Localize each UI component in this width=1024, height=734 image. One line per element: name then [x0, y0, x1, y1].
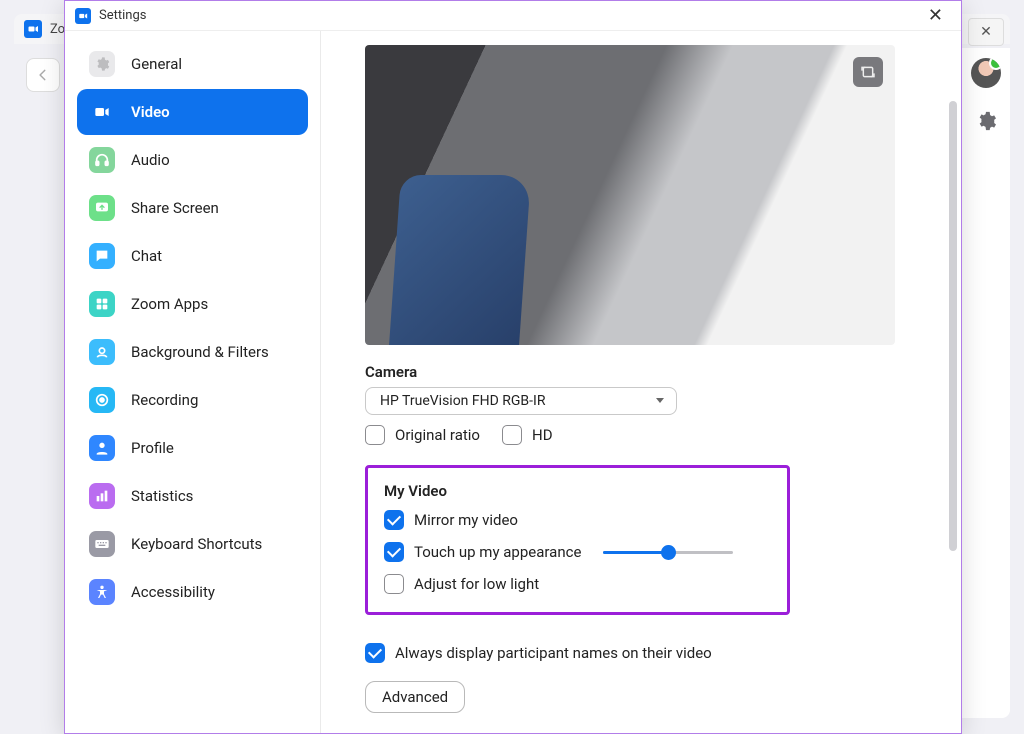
- settings-modal: Settings ✕ General Video Audio Share Scr…: [64, 0, 962, 734]
- hd-checkbox[interactable]: HD: [502, 425, 553, 445]
- nav-keyboard-shortcuts[interactable]: Keyboard Shortcuts: [77, 521, 308, 567]
- nav-statistics[interactable]: Statistics: [77, 473, 308, 519]
- accessibility-icon: [89, 579, 115, 605]
- nav-background-filters[interactable]: Background & Filters: [77, 329, 308, 375]
- back-button[interactable]: [26, 58, 60, 92]
- nav-label: Keyboard Shortcuts: [131, 535, 262, 553]
- gear-icon: [89, 51, 115, 77]
- camera-select[interactable]: HP TrueVision FHD RGB-IR: [365, 387, 677, 415]
- slider-thumb[interactable]: [661, 545, 676, 560]
- touchup-checkbox[interactable]: Touch up my appearance: [384, 542, 771, 562]
- modal-title: Settings: [99, 8, 146, 23]
- zoom-logo-icon: [24, 20, 42, 38]
- checkbox-icon: [384, 574, 404, 594]
- checkbox-label: Mirror my video: [414, 511, 518, 529]
- checkbox-icon: [502, 425, 522, 445]
- mirror-video-checkbox[interactable]: Mirror my video: [384, 510, 771, 530]
- checkbox-label: Touch up my appearance: [414, 543, 581, 561]
- statistics-icon: [89, 483, 115, 509]
- nav-label: Video: [131, 103, 170, 121]
- always-names-checkbox[interactable]: Always display participant names on thei…: [365, 643, 933, 663]
- nav-label: Audio: [131, 151, 170, 169]
- checkbox-label: Adjust for low light: [414, 575, 539, 593]
- nav-label: Statistics: [131, 487, 193, 505]
- original-ratio-checkbox[interactable]: Original ratio: [365, 425, 480, 445]
- checkbox-icon: [384, 510, 404, 530]
- checkbox-label: Always display participant names on thei…: [395, 644, 712, 662]
- lowlight-checkbox[interactable]: Adjust for low light: [384, 574, 771, 594]
- video-preview: [365, 45, 895, 345]
- keyboard-icon: [89, 531, 115, 557]
- right-panel: [962, 48, 1010, 718]
- nav-label: Zoom Apps: [131, 295, 208, 313]
- camera-selected-value: HP TrueVision FHD RGB-IR: [380, 393, 545, 409]
- nav-recording[interactable]: Recording: [77, 377, 308, 423]
- nav-video[interactable]: Video: [77, 89, 308, 135]
- nav-accessibility[interactable]: Accessibility: [77, 569, 308, 615]
- nav-label: Recording: [131, 391, 198, 409]
- my-video-label: My Video: [384, 482, 771, 500]
- bg-close-button[interactable]: ✕: [968, 18, 1004, 46]
- content-area: Camera HP TrueVision FHD RGB-IR Original…: [321, 31, 961, 733]
- checkbox-icon: [365, 643, 385, 663]
- zoom-logo-icon: [75, 8, 91, 24]
- touchup-slider[interactable]: [603, 551, 733, 554]
- rotate-camera-button[interactable]: [853, 57, 883, 87]
- camera-section-label: Camera: [365, 363, 933, 381]
- record-icon: [89, 387, 115, 413]
- slider-track: [603, 551, 733, 554]
- nav-zoom-apps[interactable]: Zoom Apps: [77, 281, 308, 327]
- nav-audio[interactable]: Audio: [77, 137, 308, 183]
- nav-share-screen[interactable]: Share Screen: [77, 185, 308, 231]
- video-icon: [89, 99, 115, 125]
- advanced-button[interactable]: Advanced: [365, 681, 465, 713]
- slider-fill: [603, 551, 668, 554]
- nav-label: Chat: [131, 247, 162, 265]
- nav-general[interactable]: General: [77, 41, 308, 87]
- nav-profile[interactable]: Profile: [77, 425, 308, 471]
- checkbox-label: Original ratio: [395, 426, 480, 444]
- nav-label: Background & Filters: [131, 343, 269, 361]
- checkbox-icon: [384, 542, 404, 562]
- nav-label: Profile: [131, 439, 174, 457]
- nav-label: Share Screen: [131, 199, 219, 217]
- profile-icon: [89, 435, 115, 461]
- share-screen-icon: [89, 195, 115, 221]
- my-video-highlight: My Video Mirror my video Touch up my app…: [365, 465, 790, 615]
- chat-icon: [89, 243, 115, 269]
- checkbox-icon: [365, 425, 385, 445]
- scrollbar[interactable]: [949, 101, 957, 551]
- close-button[interactable]: ✕: [920, 3, 951, 28]
- checkbox-label: HD: [532, 426, 553, 444]
- nav-chat[interactable]: Chat: [77, 233, 308, 279]
- headphones-icon: [89, 147, 115, 173]
- nav-label: Accessibility: [131, 583, 215, 601]
- nav-label: General: [131, 55, 182, 73]
- background-filters-icon: [89, 339, 115, 365]
- settings-gear-icon[interactable]: [975, 110, 997, 132]
- avatar[interactable]: [971, 58, 1001, 88]
- button-label: Advanced: [382, 688, 448, 706]
- apps-icon: [89, 291, 115, 317]
- settings-sidebar: General Video Audio Share Screen Chat Zo…: [65, 31, 321, 733]
- modal-titlebar: Settings ✕: [65, 1, 961, 31]
